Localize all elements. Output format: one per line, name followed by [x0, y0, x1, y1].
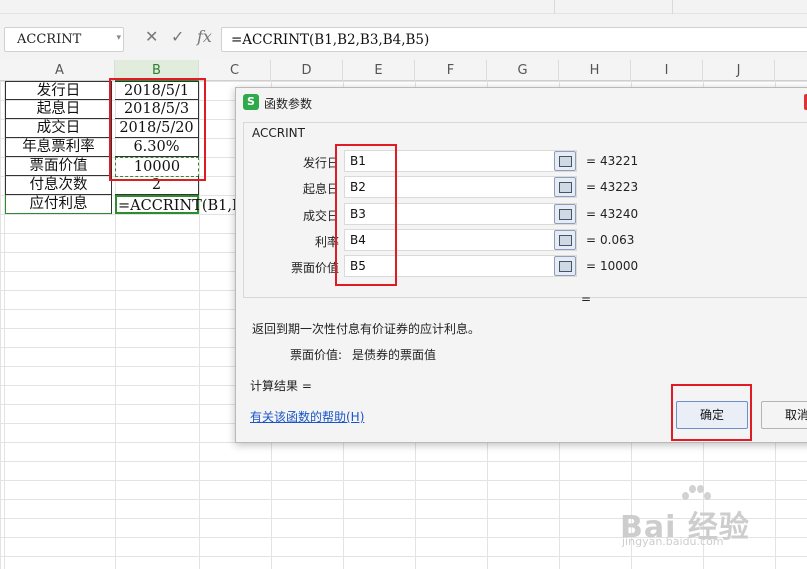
collapse-dialog-icon[interactable] — [554, 177, 576, 197]
arg-label-issue: 发行日 — [302, 156, 339, 170]
function-name: ACCRINT — [252, 126, 305, 140]
highlight-box-arguments — [335, 144, 397, 286]
cell-a3[interactable]: 成交日 — [5, 119, 112, 138]
arg-equals: = — [586, 180, 597, 194]
collapse-dialog-icon[interactable] — [554, 151, 576, 171]
watermark-url: jingyan.baidu.com — [622, 535, 724, 548]
column-header-a[interactable]: A — [5, 60, 115, 81]
arg-result-issue: 43221 — [600, 154, 639, 168]
arg-equals: = — [586, 259, 597, 273]
column-header-i[interactable]: I — [631, 60, 703, 81]
arg-result-first-interest: 43223 — [600, 180, 639, 194]
function-description: 返回到期一次性付息有价证券的应计利息。 — [252, 322, 481, 336]
column-header-j[interactable]: J — [703, 60, 775, 81]
cancel-button[interactable]: 取消 — [761, 401, 807, 429]
arg-equals: = — [586, 233, 597, 247]
highlight-box-ok — [671, 384, 752, 441]
formula-text: =ACCRINT(B1,B2,B3,B4,B5) — [231, 32, 430, 48]
toolbar-strip — [0, 0, 807, 14]
function-arguments-dialog: S 函数参数 ACCRINT 发行日 B1 = 43221 起息日 B2 = 4… — [235, 87, 807, 443]
arg-equals: = — [586, 207, 597, 221]
toolbar-separator — [672, 0, 673, 14]
arg-result-par: 10000 — [600, 259, 639, 273]
function-help-link[interactable]: 有关该函数的帮助(H) — [250, 408, 364, 425]
column-header-h[interactable]: H — [559, 60, 631, 81]
formula-result-equals: = — [581, 292, 592, 306]
column-header-c[interactable]: C — [199, 60, 271, 81]
arg-label-settlement: 成交日 — [302, 209, 339, 223]
collapse-dialog-icon[interactable] — [554, 230, 576, 250]
param-name: 票面价值: — [290, 348, 343, 362]
arg-label-first-interest: 起息日 — [302, 182, 339, 196]
cell-b7-active[interactable]: =ACCRINT(B1,B2, — [115, 195, 256, 214]
collapse-dialog-icon[interactable] — [554, 256, 576, 276]
column-header-e[interactable]: E — [343, 60, 415, 81]
calculation-result: 计算结果 = — [250, 379, 312, 393]
arg-equals: = — [586, 154, 597, 168]
dialog-titlebar[interactable]: S 函数参数 — [236, 88, 807, 116]
cell-a5[interactable]: 票面价值 — [5, 157, 112, 176]
dialog-title: 函数参数 — [264, 97, 313, 111]
confirm-formula-icon[interactable]: ✓ — [171, 27, 184, 46]
arg-label-par: 票面价值 — [290, 261, 339, 275]
cell-a7[interactable]: 应付利息 — [5, 195, 112, 214]
cancel-formula-icon[interactable]: ✕ — [145, 27, 158, 46]
arg-result-settlement: 43240 — [600, 207, 639, 221]
formula-bar: ACCRINT ▾ ✕ ✓ fx =ACCRINT(B1,B2,B3,B4,B5… — [0, 14, 807, 60]
arg-result-rate: 0.063 — [600, 233, 635, 247]
param-description: 是债券的票面值 — [352, 348, 437, 362]
toolbar-separator — [554, 0, 555, 14]
name-box[interactable]: ACCRINT ▾ — [4, 27, 124, 52]
arg-label-rate: 利率 — [314, 235, 339, 249]
baidu-jingyan-watermark: Bai 经验 jingyan.baidu.com — [620, 482, 800, 552]
collapse-dialog-icon[interactable] — [554, 204, 576, 224]
formula-input[interactable]: =ACCRINT(B1,B2,B3,B4,B5) — [221, 27, 807, 52]
highlight-box-cells — [109, 78, 206, 181]
cell-a2[interactable]: 起息日 — [5, 100, 112, 119]
chevron-down-icon[interactable]: ▾ — [116, 33, 121, 43]
column-header-d[interactable]: D — [271, 60, 343, 81]
column-header-f[interactable]: F — [415, 60, 487, 81]
insert-function-icon[interactable]: fx — [197, 27, 212, 46]
column-header-g[interactable]: G — [487, 60, 559, 81]
wps-logo-icon: S — [243, 94, 259, 110]
name-box-value: ACCRINT — [17, 32, 82, 47]
cell-a4[interactable]: 年息票利率 — [5, 138, 112, 157]
cell-a6[interactable]: 付息次数 — [5, 176, 112, 195]
cell-a1[interactable]: 发行日 — [5, 81, 112, 100]
